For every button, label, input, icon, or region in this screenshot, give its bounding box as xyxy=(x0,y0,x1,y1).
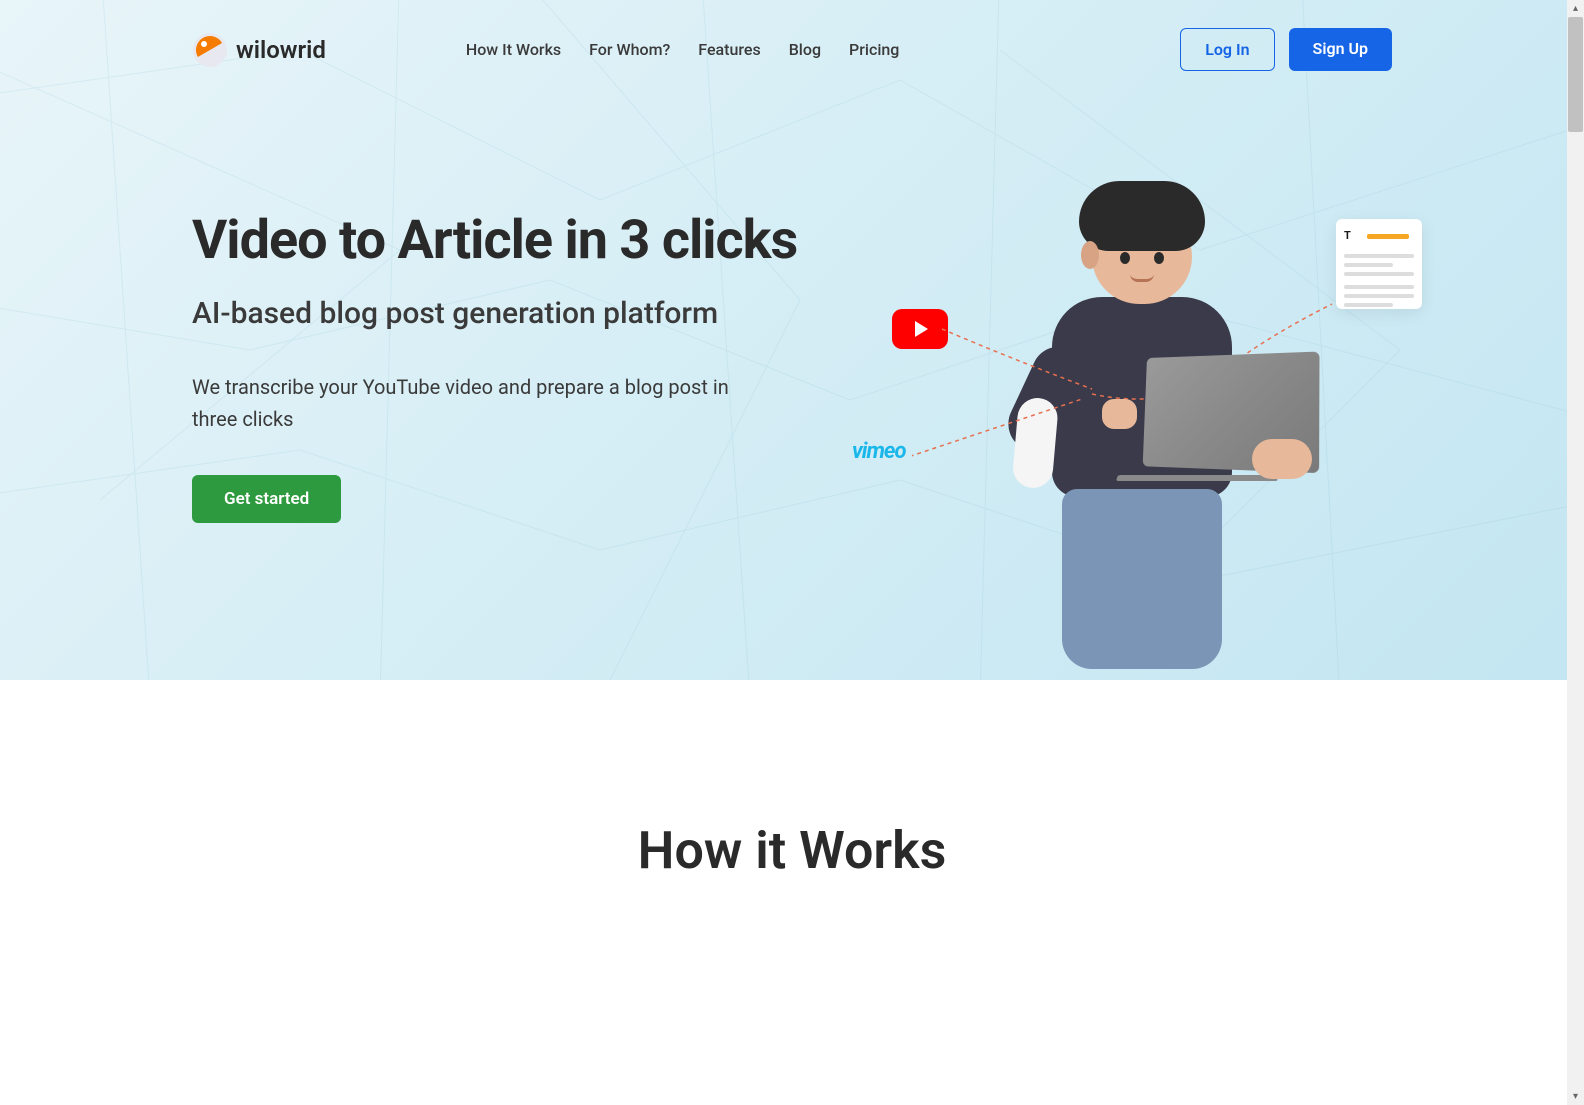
nav-for-whom[interactable]: For Whom? xyxy=(589,40,670,59)
logo-icon xyxy=(192,32,228,68)
hero-section: wilowrid How It Works For Whom? Features… xyxy=(0,0,1584,680)
get-started-button[interactable]: Get started xyxy=(192,475,341,523)
hero-subtitle: AI-based blog post generation platform xyxy=(192,296,852,331)
navbar: wilowrid How It Works For Whom? Features… xyxy=(192,0,1392,99)
document-icon: T xyxy=(1336,219,1422,309)
hero-illustration: vimeo T xyxy=(912,179,1392,659)
hero-text: Video to Article in 3 clicks AI-based bl… xyxy=(192,179,852,659)
scrollbar[interactable]: ▴ ▾ xyxy=(1567,0,1584,1105)
scroll-up-arrow[interactable]: ▴ xyxy=(1567,0,1584,17)
vimeo-icon: vimeo xyxy=(852,439,906,464)
how-it-works-section: How it Works xyxy=(0,680,1584,941)
scroll-down-arrow[interactable]: ▾ xyxy=(1567,1088,1584,1105)
hero-title: Video to Article in 3 clicks xyxy=(192,209,852,272)
character-illustration xyxy=(1002,189,1282,659)
nav-blog[interactable]: Blog xyxy=(789,40,821,59)
nav-how-it-works[interactable]: How It Works xyxy=(466,40,561,59)
nav-pricing[interactable]: Pricing xyxy=(849,40,899,59)
logo[interactable]: wilowrid xyxy=(192,32,326,68)
brand-name: wilowrid xyxy=(236,36,326,64)
signup-button[interactable]: Sign Up xyxy=(1289,28,1392,71)
section-title: How it Works xyxy=(0,820,1584,881)
hero-description: We transcribe your YouTube video and pre… xyxy=(192,371,732,435)
scrollbar-thumb[interactable] xyxy=(1568,17,1583,132)
nav-features[interactable]: Features xyxy=(698,40,760,59)
hero-content: Video to Article in 3 clicks AI-based bl… xyxy=(192,99,1392,659)
youtube-icon xyxy=(892,309,948,349)
nav-auth: Log In Sign Up xyxy=(1180,28,1392,71)
nav-links: How It Works For Whom? Features Blog Pri… xyxy=(466,40,900,59)
login-button[interactable]: Log In xyxy=(1180,28,1274,71)
